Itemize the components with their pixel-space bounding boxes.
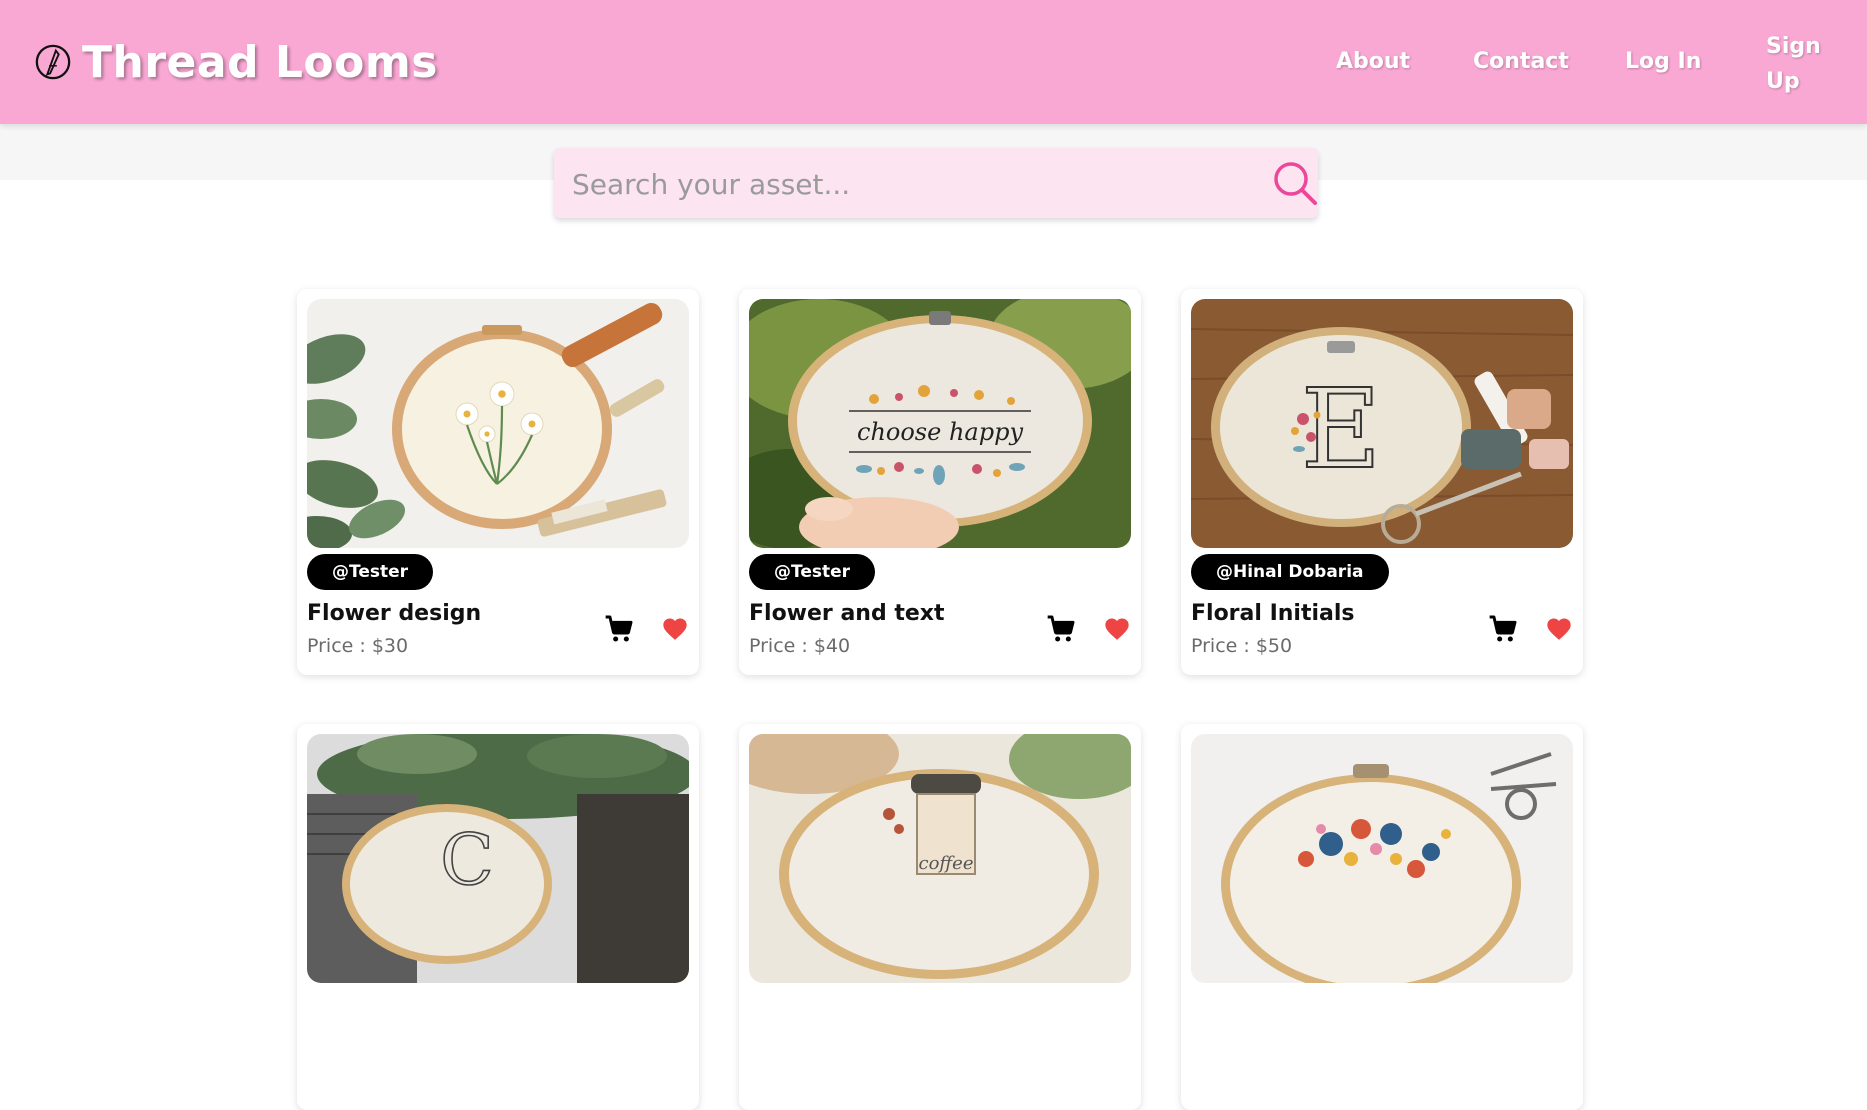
- product-card[interactable]: E @Hinal Dobaria Floral Initials Price :…: [1181, 289, 1583, 675]
- product-card[interactable]: coffee: [739, 724, 1141, 1110]
- product-card[interactable]: @Tester Flower design Price : $30: [297, 289, 699, 675]
- navbar: Thread Looms About Contact Log In Sign U…: [0, 0, 1867, 124]
- author-badge[interactable]: @Tester: [749, 554, 876, 590]
- product-card[interactable]: [1181, 724, 1583, 1110]
- search-icon[interactable]: [1272, 160, 1318, 206]
- product-image-letter-e-hoop[interactable]: E: [1191, 299, 1573, 548]
- nav-about-link[interactable]: About: [1336, 49, 1410, 74]
- heart-icon[interactable]: [1545, 615, 1573, 643]
- author-badge[interactable]: @Hinal Dobaria: [1191, 554, 1389, 590]
- cart-icon[interactable]: [1487, 613, 1519, 645]
- cart-icon[interactable]: [1045, 613, 1077, 645]
- nav-signup-link[interactable]: Sign Up: [1766, 29, 1836, 99]
- nav-login-link[interactable]: Log In: [1625, 49, 1701, 74]
- author-badge[interactable]: @Tester: [307, 554, 434, 590]
- cart-icon[interactable]: [603, 613, 635, 645]
- svg-text:coffee: coffee: [919, 853, 974, 874]
- product-title: Floral Initials: [1191, 601, 1355, 626]
- search-bar: [554, 148, 1318, 220]
- product-image-choose-happy-hoop[interactable]: choose happy: [749, 299, 1131, 548]
- brand-name: Thread Looms: [82, 36, 438, 88]
- product-price: Price : $30: [307, 635, 409, 657]
- svg-text:E: E: [1301, 365, 1381, 493]
- product-title: Flower and text: [749, 601, 945, 626]
- product-title: Flower design: [307, 601, 482, 626]
- svg-text:choose happy: choose happy: [857, 418, 1023, 446]
- product-card[interactable]: C: [297, 724, 699, 1110]
- product-price: Price : $50: [1191, 635, 1293, 657]
- heart-icon[interactable]: [1103, 615, 1131, 643]
- product-image-coffee-hoop[interactable]: coffee: [749, 734, 1131, 983]
- product-price: Price : $40: [749, 635, 851, 657]
- product-image-daisy-hoop[interactable]: [307, 299, 689, 548]
- product-image-letter-c-hoop[interactable]: C: [307, 734, 689, 983]
- nav-contact-link[interactable]: Contact: [1473, 49, 1569, 74]
- svg-text:C: C: [440, 819, 494, 901]
- product-card[interactable]: choose happy @Tester Flower and text Pri…: [739, 289, 1141, 675]
- brand-logo-link[interactable]: Thread Looms: [34, 30, 438, 94]
- product-image-bouquet-hoop[interactable]: [1191, 734, 1573, 983]
- search-input[interactable]: [570, 148, 1254, 220]
- feather-pen-icon: [35, 44, 71, 80]
- heart-icon[interactable]: [661, 615, 689, 643]
